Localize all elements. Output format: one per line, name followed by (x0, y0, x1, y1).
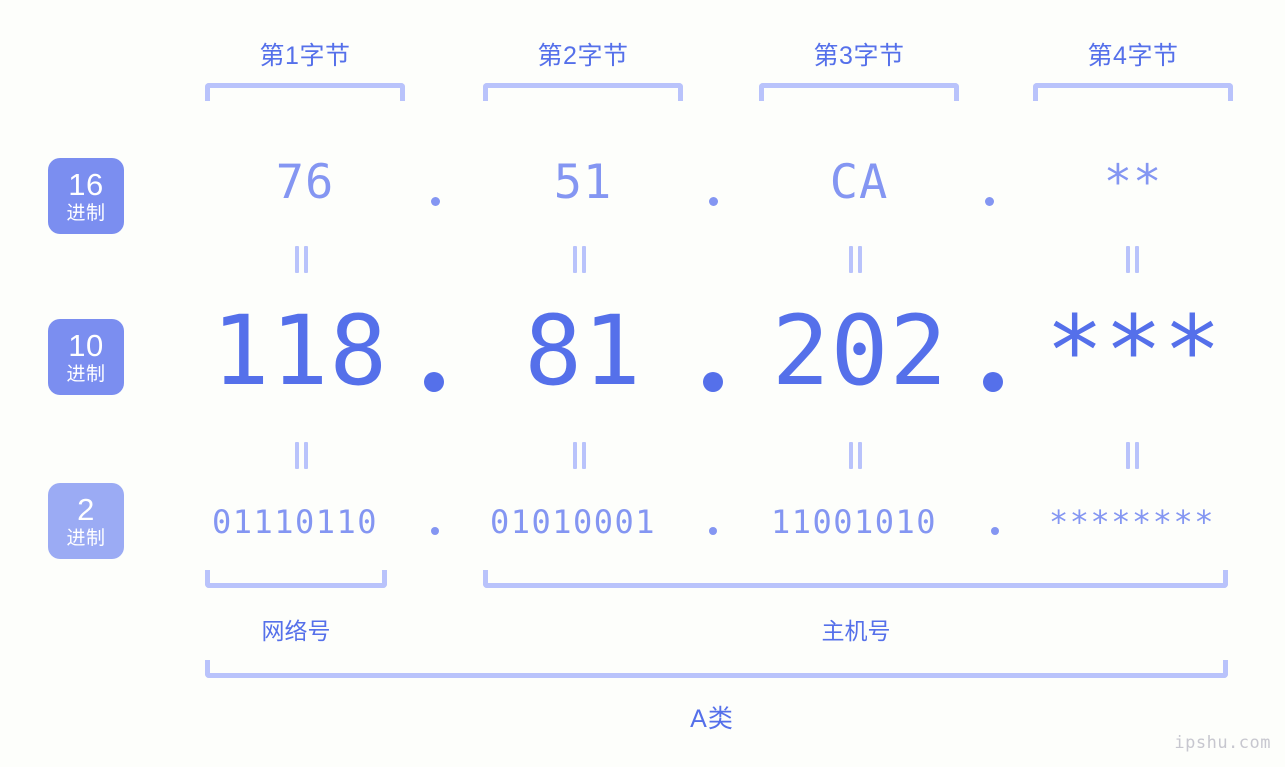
decimal-byte-2: 81 (524, 295, 642, 407)
byte-header-1: 第1字节 (205, 36, 405, 72)
hex-byte-1: 76 (275, 155, 335, 210)
decimal-separator-1 (424, 372, 444, 392)
base-badge-binary: 2 进制 (48, 483, 124, 559)
equals-bar-hex-dec-2 (573, 246, 588, 273)
byte-header-4-label: 第4字节 (1087, 42, 1179, 70)
binary-separator-3 (991, 527, 999, 535)
byte-bracket-top-2 (483, 83, 683, 101)
base-badge-decimal: 10 进制 (48, 319, 124, 395)
base-badge-decimal-unit: 进制 (66, 364, 106, 385)
equals-bar-hex-dec-3 (849, 246, 864, 273)
decimal-byte-1: 118 (211, 295, 389, 407)
byte-header-3-label: 第3字节 (813, 42, 905, 70)
byte-header-1-label: 第1字节 (259, 42, 351, 70)
equals-bar-hex-dec-4 (1126, 246, 1141, 273)
byte-header-2-label: 第2字节 (537, 42, 629, 70)
byte-bracket-top-4 (1033, 83, 1233, 101)
class-label: A类 (690, 705, 734, 733)
byte-header-4: 第4字节 (1033, 36, 1233, 72)
decimal-separator-2 (703, 372, 723, 392)
byte-header-2: 第2字节 (483, 36, 683, 72)
binary-byte-3: 11001010 (770, 503, 938, 541)
base-badge-binary-number: 2 (77, 492, 95, 527)
ip-breakdown-diagram: 第1字节 第2字节 第3字节 第4字节 16 进制 10 进制 2 进制 76 … (0, 0, 1285, 767)
base-badge-decimal-number: 10 (68, 328, 104, 363)
binary-byte-1: 01110110 (211, 503, 379, 541)
equals-bar-hex-dec-1 (295, 246, 310, 273)
hex-byte-2: 51 (553, 155, 613, 210)
site-watermark: ipshu.com (1174, 733, 1271, 753)
byte-bracket-top-1 (205, 83, 405, 101)
host-section-label: 主机号 (821, 618, 891, 644)
decimal-byte-3: 202 (771, 295, 949, 407)
hex-byte-4: ** (1103, 155, 1163, 210)
hex-separator-2 (709, 197, 718, 206)
base-badge-binary-unit: 进制 (66, 528, 106, 549)
base-badge-hex: 16 进制 (48, 158, 124, 234)
binary-separator-1 (431, 527, 439, 535)
base-badge-hex-unit: 进制 (66, 203, 106, 224)
network-section-label: 网络号 (261, 618, 331, 644)
hex-byte-3: CA (829, 155, 889, 210)
decimal-byte-4: *** (1045, 295, 1223, 407)
hex-separator-3 (985, 197, 994, 206)
decimal-separator-3 (983, 372, 1003, 392)
equals-bar-dec-bin-2 (573, 442, 588, 469)
network-bracket (205, 570, 387, 588)
hex-separator-1 (431, 197, 440, 206)
byte-bracket-top-3 (759, 83, 959, 101)
binary-byte-4: ******** (1048, 503, 1216, 541)
host-bracket (483, 570, 1228, 588)
equals-bar-dec-bin-1 (295, 442, 310, 469)
base-badge-hex-number: 16 (68, 167, 104, 202)
class-bracket (205, 660, 1228, 678)
equals-bar-dec-bin-3 (849, 442, 864, 469)
binary-byte-2: 01010001 (489, 503, 657, 541)
byte-header-3: 第3字节 (759, 36, 959, 72)
binary-separator-2 (709, 527, 717, 535)
equals-bar-dec-bin-4 (1126, 442, 1141, 469)
